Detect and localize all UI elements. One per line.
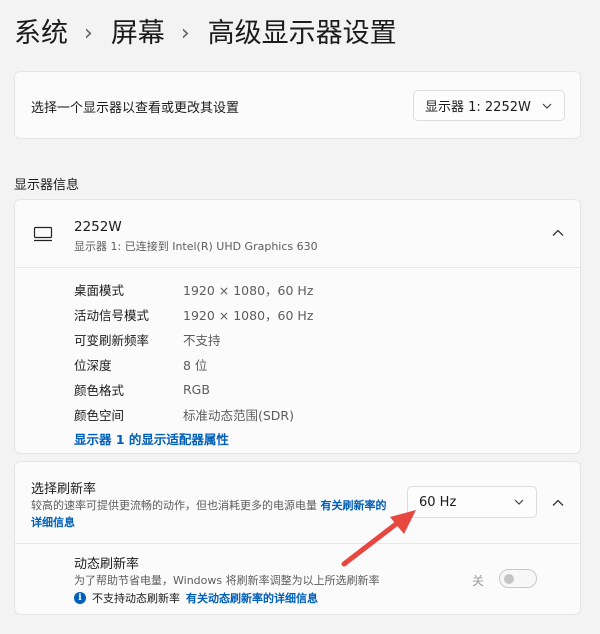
- refresh-rate-description: 较高的速率可提供更流畅的动作，但也消耗更多的电源电量 有关刷新率的详细信息: [31, 497, 391, 531]
- info-icon: i: [74, 592, 86, 604]
- dynamic-refresh-note-text: 不支持动态刷新率: [92, 592, 180, 605]
- dynamic-refresh-note: i 不支持动态刷新率 有关动态刷新率的详细信息: [74, 590, 318, 606]
- breadcrumb-separator: ›: [84, 21, 93, 46]
- device-status: 显示器 1: 已连接到 Intel(R) UHD Graphics 630: [74, 240, 318, 253]
- breadcrumb: 系统 › 屏幕 › 高级显示器设置: [14, 14, 397, 54]
- property-value: 1920 × 1080，60 Hz: [183, 308, 314, 323]
- property-key: 桌面模式: [74, 283, 125, 298]
- monitor-icon: [33, 226, 53, 242]
- dynamic-refresh-toggle[interactable]: [499, 569, 537, 588]
- property-row: 颜色空间 标准动态范围(SDR): [74, 402, 313, 427]
- property-row: 活动信号模式 1920 × 1080，60 Hz: [74, 302, 313, 327]
- property-key: 颜色空间: [74, 408, 125, 423]
- property-key: 颜色格式: [74, 383, 125, 398]
- property-value: 标准动态范围(SDR): [183, 408, 294, 423]
- section-title-display-info: 显示器信息: [14, 178, 80, 193]
- dynamic-refresh-description: 为了帮助节省电量，Windows 将刷新率调整为以上所选刷新率: [74, 574, 380, 587]
- refresh-rate-dropdown[interactable]: 60 Hz: [407, 486, 537, 518]
- chevron-up-icon[interactable]: [551, 498, 565, 508]
- breadcrumb-separator: ›: [180, 21, 190, 46]
- display-properties: 桌面模式 1920 × 1080，60 Hz 活动信号模式 1920 × 108…: [74, 277, 313, 427]
- refresh-rate-description-text: 较高的速率可提供更流畅的动作，但也消耗更多的电源电量: [31, 499, 317, 512]
- breadcrumb-item-system[interactable]: 系统: [14, 14, 68, 54]
- dynamic-refresh-details-link[interactable]: 有关动态刷新率的详细信息: [186, 590, 318, 606]
- property-value: RGB: [183, 382, 210, 397]
- display-select-card: 选择一个显示器以查看或更改其设置 显示器 1: 2252W: [14, 71, 581, 139]
- property-row: 位深度 8 位: [74, 352, 313, 377]
- display-select-label: 选择一个显示器以查看或更改其设置: [31, 101, 240, 116]
- property-row: 颜色格式 RGB: [74, 377, 313, 402]
- page-title: 高级显示器设置: [207, 18, 397, 49]
- toggle-knob: [504, 574, 514, 584]
- display-select-dropdown[interactable]: 显示器 1: 2252W: [413, 90, 565, 121]
- refresh-rate-title: 选择刷新率: [31, 482, 97, 497]
- dynamic-refresh-toggle-label: 关: [472, 574, 485, 588]
- refresh-rate-value: 60 Hz: [419, 494, 457, 510]
- property-key: 可变刷新频率: [74, 333, 150, 348]
- refresh-rate-header: 选择刷新率 较高的速率可提供更流畅的动作，但也消耗更多的电源电量 有关刷新率的详…: [15, 462, 580, 544]
- chevron-up-icon[interactable]: [551, 228, 565, 238]
- property-key: 位深度: [74, 358, 112, 373]
- refresh-rate-card: 选择刷新率 较高的速率可提供更流畅的动作，但也消耗更多的电源电量 有关刷新率的详…: [14, 461, 581, 615]
- property-key: 活动信号模式: [74, 308, 150, 323]
- adapter-properties-link[interactable]: 显示器 1 的显示适配器属性: [74, 429, 229, 448]
- property-row: 可变刷新频率 不支持: [74, 327, 313, 352]
- chevron-down-icon: [514, 499, 524, 505]
- property-value: 不支持: [183, 333, 221, 348]
- dynamic-refresh-title: 动态刷新率: [74, 557, 140, 572]
- device-name: 2252W: [74, 219, 122, 235]
- chevron-down-icon: [542, 103, 552, 109]
- property-value: 1920 × 1080，60 Hz: [183, 283, 314, 298]
- display-info-header[interactable]: 2252W 显示器 1: 已连接到 Intel(R) UHD Graphics …: [15, 200, 580, 268]
- display-select-value: 显示器 1: 2252W: [425, 100, 531, 115]
- property-value: 8 位: [183, 358, 208, 373]
- display-info-card: 2252W 显示器 1: 已连接到 Intel(R) UHD Graphics …: [14, 199, 581, 454]
- property-row: 桌面模式 1920 × 1080，60 Hz: [74, 277, 313, 302]
- breadcrumb-item-display[interactable]: 屏幕: [111, 14, 165, 54]
- annotation-arrow-icon: [341, 510, 416, 567]
